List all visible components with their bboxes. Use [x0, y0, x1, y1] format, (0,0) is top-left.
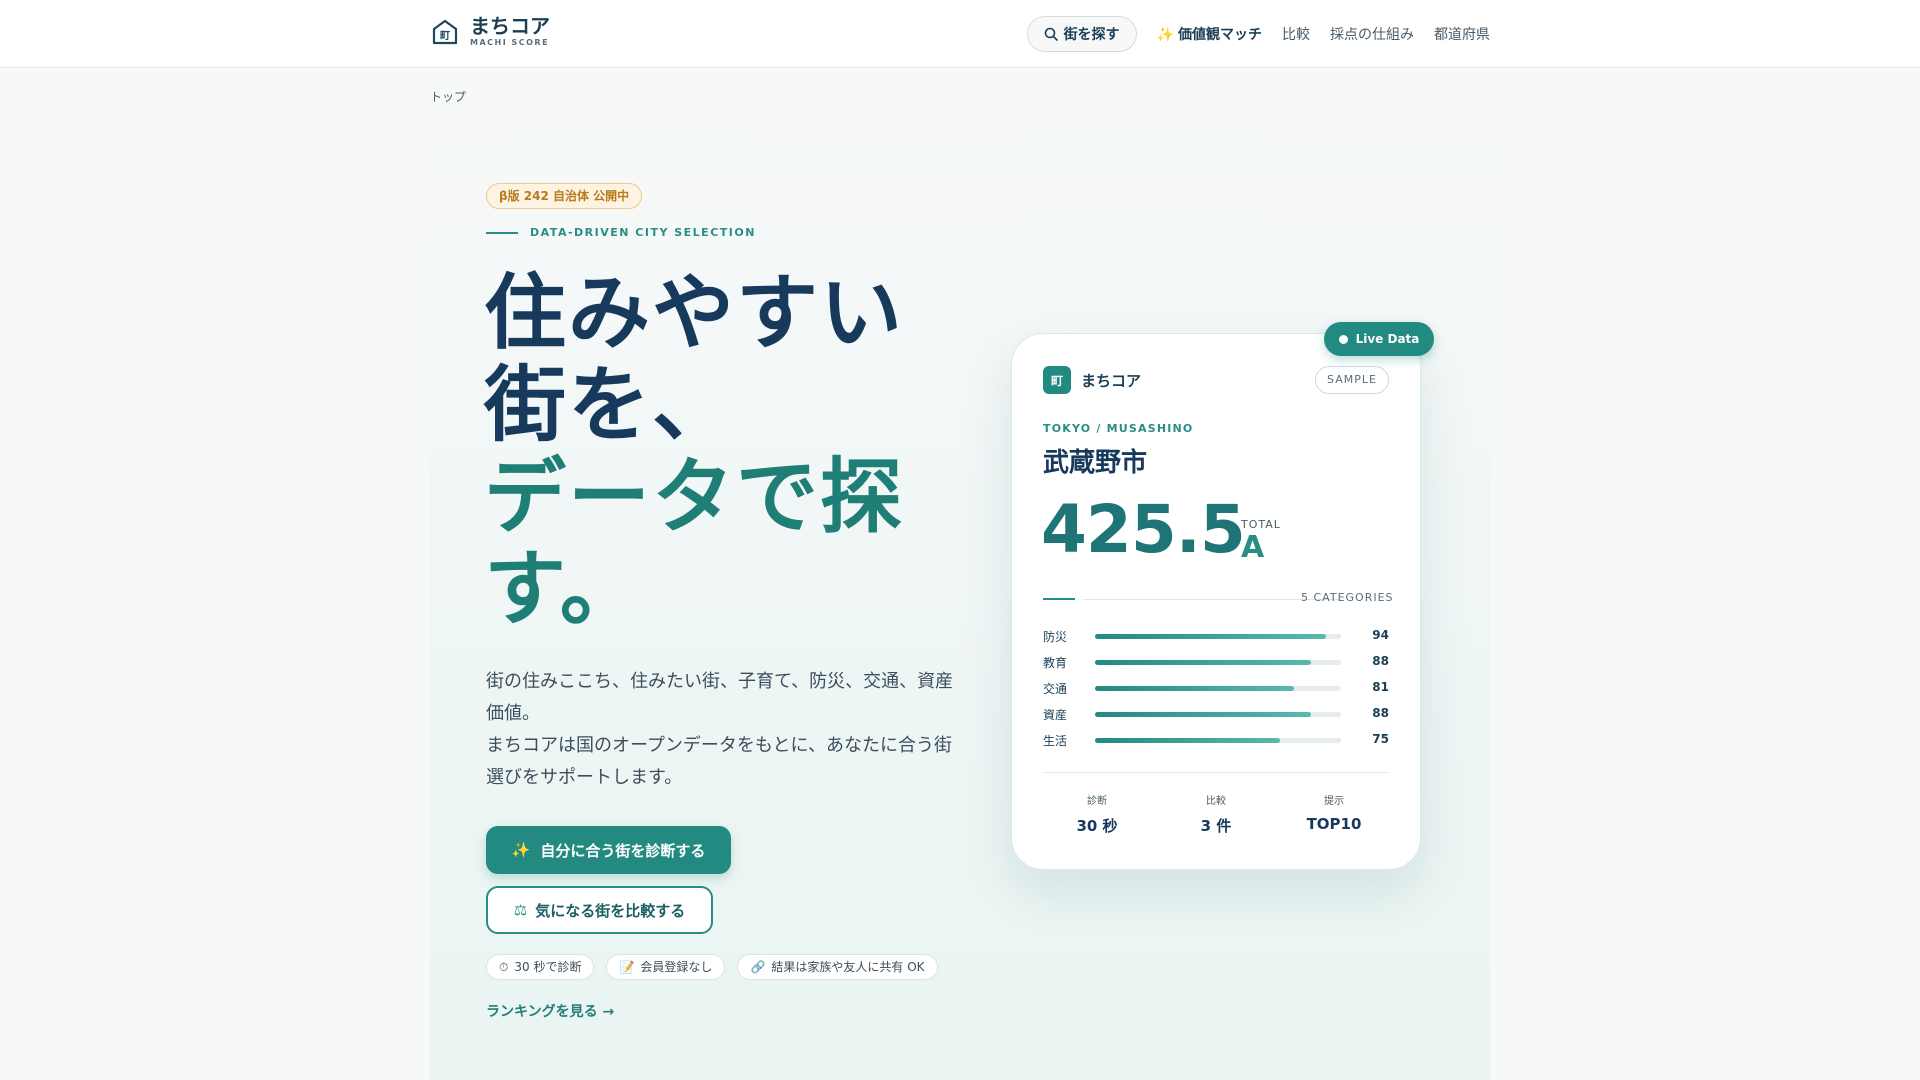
stat-compare: 比較 3 件 — [1161, 792, 1271, 836]
stat-label: 診断 — [1087, 796, 1107, 807]
logo-mark-text: 町 — [440, 30, 450, 42]
description-line-2: まちコアは国のオープンデータをもとに、あなたに合う街選びをサポートします。 — [486, 735, 953, 788]
category-bar — [1095, 634, 1327, 639]
category-track — [1095, 634, 1341, 639]
headline-line-1: 住みやすい — [484, 266, 905, 361]
stat-suggest: 提示 TOP10 — [1279, 792, 1389, 833]
category-name: 生活 — [1043, 734, 1068, 748]
nav-search-label: 街を探す — [1063, 27, 1120, 43]
card-logo-mark: 町 — [1043, 366, 1071, 394]
sparkle-icon: ✨ — [1156, 27, 1174, 43]
card-region: TOKYO / MUSASHINO — [1043, 422, 1194, 435]
chip-share: 🔗 結果は家族や友人に共有 OK — [737, 954, 938, 980]
site-logo[interactable]: 町 まちコア MACHI SCORE — [430, 12, 550, 52]
category-row: 交通 81 — [1043, 678, 1389, 698]
scale-icon: ⚖ — [513, 901, 528, 919]
breadcrumb[interactable]: トップ — [430, 88, 466, 105]
chip-label: 結果は家族や友人に共有 OK — [771, 960, 925, 974]
logo-subtitle: MACHI SCORE — [470, 38, 550, 47]
site-header: 町 まちコア MACHI SCORE 街を探す ✨ 価値観マッチ 比較 採点の仕組… — [0, 0, 1920, 68]
card-total-score: 425.5 — [1041, 491, 1246, 568]
diagnose-button[interactable]: ✨ 自分に合う街を診断する — [486, 826, 731, 874]
timer-icon: ⏱ — [499, 960, 509, 974]
category-name: 交通 — [1043, 682, 1068, 696]
compare-button[interactable]: ⚖ 気になる街を比較する — [486, 886, 713, 934]
category-bar — [1095, 660, 1312, 665]
category-value: 75 — [1372, 732, 1389, 746]
card-logo-name: まちコア — [1081, 371, 1142, 390]
category-bar — [1095, 738, 1280, 743]
category-name: 防災 — [1043, 630, 1068, 644]
category-row: 教育 88 — [1043, 652, 1389, 672]
nav-search-button[interactable]: 街を探す — [1026, 16, 1137, 52]
nav-prefectures[interactable]: 都道府県 — [1434, 24, 1490, 44]
search-icon — [1044, 27, 1058, 41]
nav-scoring[interactable]: 採点の仕組み — [1330, 24, 1414, 44]
card-divider — [1043, 772, 1389, 773]
sample-badge: SAMPLE — [1315, 366, 1389, 394]
category-row: 防災 94 — [1043, 626, 1389, 646]
eyebrow-text: DATA-DRIVEN CITY SELECTION — [530, 226, 756, 239]
nav-compare[interactable]: 比較 — [1282, 24, 1310, 44]
house-icon: 町 — [432, 19, 458, 45]
category-track — [1095, 738, 1341, 743]
stat-value: 3 件 — [1200, 817, 1232, 835]
category-value: 88 — [1372, 654, 1389, 668]
stat-value: 30 秒 — [1076, 817, 1118, 835]
card-logo: 町 まちコア — [1043, 366, 1141, 394]
eyebrow-line — [486, 231, 518, 234]
category-value: 88 — [1372, 706, 1389, 720]
feature-chips: ⏱ 30 秒で診断 📝 会員登録なし 🔗 結果は家族や友人に共有 OK — [486, 954, 950, 980]
category-track — [1095, 712, 1341, 717]
hero-description: 街の住みここち、住みたい街、子育て、防災、交通、資産価値。 まちコアは国のオープ… — [486, 666, 966, 794]
diagnose-button-label: 自分に合う街を診断する — [540, 841, 706, 860]
live-data-badge: Live Data — [1324, 322, 1434, 356]
chip-label: 30 秒で診断 — [514, 960, 582, 974]
chip-no-signup: 📝 会員登録なし — [606, 954, 726, 980]
stat-label: 比較 — [1206, 796, 1226, 807]
logo-title: まちコア — [470, 14, 550, 38]
categories-label: 5 CATEGORIES — [1301, 591, 1394, 604]
category-bar — [1095, 686, 1295, 691]
headline-line-2: 街を、 — [484, 358, 737, 453]
category-name: 資産 — [1043, 708, 1068, 722]
eyebrow: DATA-DRIVEN CITY SELECTION — [486, 226, 756, 239]
headline-line-4: す。 — [484, 542, 644, 637]
live-dot-icon — [1338, 334, 1348, 344]
ranking-link[interactable]: ランキングを見る → — [486, 1001, 614, 1021]
card-grade: A — [1241, 530, 1265, 565]
nav-value-match-label: 価値観マッチ — [1178, 27, 1262, 43]
stat-diagnosis: 診断 30 秒 — [1042, 792, 1152, 836]
chip-diagnosis-time: ⏱ 30 秒で診断 — [486, 954, 595, 980]
link-icon: 🔗 — [750, 960, 766, 974]
category-track — [1095, 686, 1341, 691]
category-row: 生活 75 — [1043, 730, 1389, 750]
headline-line-3: データで探 — [484, 450, 905, 545]
hero-headline: 住みやすい 街を、 データで探 す。 — [484, 268, 964, 636]
stat-label: 提示 — [1324, 796, 1344, 807]
sparkle-icon: ✨ — [511, 841, 531, 859]
category-name: 教育 — [1043, 656, 1068, 670]
category-value: 94 — [1372, 628, 1389, 642]
memo-icon: 📝 — [619, 960, 635, 974]
beta-badge: β版 242 自治体 公開中 — [486, 183, 643, 209]
category-track — [1095, 660, 1341, 665]
category-row: 資産 88 — [1043, 704, 1389, 724]
main-nav: 街を探す ✨ 価値観マッチ 比較 採点の仕組み 都道府県 — [1026, 16, 1490, 52]
stat-value: TOP10 — [1306, 815, 1362, 833]
description-line-1: 街の住みここち、住みたい街、子育て、防災、交通、資産価値。 — [486, 671, 954, 724]
nav-value-match[interactable]: ✨ 価値観マッチ — [1157, 24, 1262, 44]
live-data-label: Live Data — [1355, 332, 1420, 346]
card-city: 武蔵野市 — [1043, 448, 1148, 478]
category-bar — [1095, 712, 1312, 717]
chip-label: 会員登録なし — [640, 960, 713, 974]
compare-button-label: 気になる街を比較する — [535, 901, 686, 920]
category-value: 81 — [1372, 680, 1389, 694]
